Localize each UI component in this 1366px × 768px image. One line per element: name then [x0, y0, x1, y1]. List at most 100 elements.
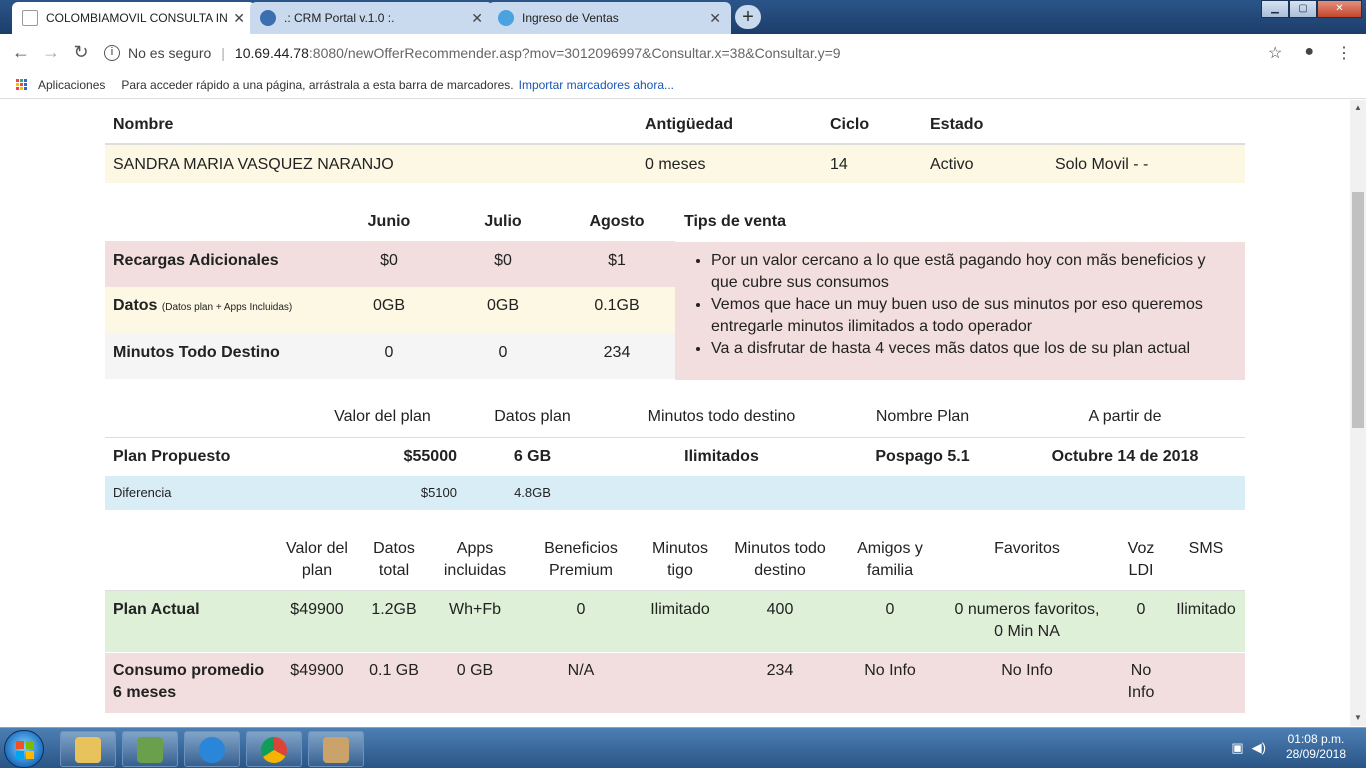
close-tab-icon[interactable]: ✕ [233, 10, 245, 27]
plan-actual-sms: Ilimitado [1176, 601, 1236, 618]
tab-crm-portal[interactable]: .: CRM Portal v.1.0 :. ✕ [250, 2, 493, 34]
consumo-label: Consumo promedio 6 meses [113, 660, 264, 704]
datos-agosto: 0.1GB [594, 297, 640, 314]
url-path: :8080/newOfferRecommender.asp?mov=301209… [308, 44, 841, 61]
reload-icon[interactable]: ↻ [66, 42, 96, 63]
header-datos-plan: Datos plan [494, 408, 571, 425]
header-voz-ldi: Voz LDI [1117, 538, 1165, 582]
consumo-label-line: 6 meses [113, 684, 177, 701]
tips-header: Tips de venta [684, 213, 786, 230]
sales-tip: Por un valor cercano a lo que estã pagan… [711, 250, 1227, 294]
internet-explorer-icon [199, 737, 225, 763]
windows-logo-icon [16, 741, 34, 759]
header-line: tigo [667, 562, 693, 579]
apps-shortcut[interactable]: Aplicaciones [38, 78, 105, 92]
header-line: Minutos todo [734, 540, 826, 557]
plan-actual-voz: 0 [1136, 601, 1146, 618]
client-name: SANDRA MARIA VASQUEZ NARANJO [113, 156, 394, 173]
volume-icon[interactable]: ◀) [1252, 740, 1266, 756]
header-minutos-destino: Minutos todo destino [647, 408, 796, 425]
apps-grid-icon[interactable] [16, 78, 28, 91]
diferencia-row: Diferencia $5100 4.8GB [105, 476, 1245, 510]
new-tab-button[interactable]: + [735, 5, 761, 29]
consumo-minutos-destino: 234 [766, 662, 794, 679]
scroll-thumb[interactable] [1352, 192, 1364, 428]
client-ciclo: 14 [830, 156, 848, 173]
close-tab-icon[interactable]: ✕ [709, 10, 721, 27]
consumo-promedio-row: Consumo promedio 6 meses $49900 0.1 GB 0 … [105, 653, 1245, 713]
header-line: destino [754, 562, 806, 579]
plan-propuesto-fecha: Octubre 14 de 2018 [1051, 448, 1199, 465]
taskbar-explorer[interactable] [60, 731, 116, 767]
profile-icon[interactable]: ● [1304, 43, 1314, 63]
header-line: Amigos y [857, 540, 923, 557]
plan-actual-beneficios: 0 [576, 601, 586, 618]
recargas-julio: $0 [494, 252, 512, 269]
import-bookmarks-link[interactable]: Importar marcadores ahora... [519, 78, 674, 92]
minutos-junio: 0 [384, 344, 394, 361]
header-line: familia [866, 562, 914, 579]
close-window-icon[interactable]: ✕ [1317, 0, 1362, 18]
header-line: Premium [548, 562, 613, 579]
address-bar-row: ← → ↻ i No es seguro | 10.69.44.78:8080/… [0, 34, 1366, 71]
diferencia-label: Diferencia [113, 485, 172, 500]
header-apps-incluidas: Apps incluidas [433, 538, 517, 582]
consumo-amigos: No Info [864, 662, 916, 679]
folder-icon [75, 737, 101, 763]
voz-line: No [1130, 662, 1152, 679]
header-line: Datos [373, 540, 415, 557]
current-header-row: Valor del plan Datos total Apps incluidas B… [105, 535, 1245, 591]
plan-actual-apps: Wh+Fb [448, 601, 501, 618]
minutos-row: Minutos Todo Destino 0 0 234 [105, 333, 675, 379]
maximize-icon[interactable]: ▢ [1289, 0, 1317, 18]
back-arrow-icon[interactable]: ← [6, 42, 36, 63]
header-valor-del-plan: Valor del plan [277, 538, 357, 582]
diferencia-valor: $5100 [420, 485, 457, 500]
windows-taskbar: ▣ ◀) 01:08 p.m. 28/09/2018 [0, 727, 1366, 768]
tab-title: Ingreso de Ventas [522, 11, 619, 25]
client-antiguedad: 0 meses [645, 156, 706, 173]
page-scrollbar[interactable]: ▲ ▼ [1350, 100, 1366, 726]
plan-actual-valor: $49900 [290, 601, 344, 618]
header-line: incluidas [443, 562, 507, 579]
plan-actual-datos: 1.2GB [371, 601, 417, 618]
header-line: Valor del [286, 540, 348, 557]
tab-ingreso-ventas[interactable]: Ingreso de Ventas ✕ [488, 2, 731, 34]
taskbar-spreadsheet[interactable] [122, 731, 178, 767]
month-agosto: Agosto [589, 213, 645, 230]
clock-time: 01:08 p.m. [1287, 732, 1345, 746]
recargas-label: Recargas Adicionales [113, 252, 279, 269]
scroll-up-icon[interactable]: ▲ [1350, 100, 1366, 116]
close-tab-icon[interactable]: ✕ [471, 10, 483, 27]
spreadsheet-icon [137, 737, 163, 763]
security-label: No es seguro [128, 44, 212, 61]
url-field[interactable]: i No es seguro | 10.69.44.78:8080/newOff… [104, 44, 1244, 61]
window-controls: ▁ ▢ ✕ [1261, 0, 1362, 18]
info-icon[interactable]: i [104, 44, 120, 61]
favoritos-line: 0 Min NA [994, 623, 1060, 640]
tab-colombiamovil[interactable]: COLOMBIAMOVIL CONSULTA IN ✕ [12, 2, 255, 34]
taskbar-chrome[interactable] [246, 731, 302, 767]
forward-arrow-icon[interactable]: → [36, 42, 66, 63]
datos-julio: 0GB [486, 297, 519, 314]
start-button[interactable] [4, 730, 44, 768]
plan-actual-label: Plan Actual [113, 601, 200, 618]
taskbar-paint[interactable] [308, 731, 364, 767]
network-icon[interactable]: ▣ [1231, 740, 1243, 756]
scroll-down-icon[interactable]: ▼ [1350, 710, 1366, 726]
minimize-icon[interactable]: ▁ [1261, 0, 1289, 18]
month-junio: Junio [367, 213, 411, 230]
header-ciclo: Ciclo [830, 116, 870, 133]
consumo-apps: 0 GB [456, 662, 494, 679]
menu-dots-icon[interactable]: ⋮ [1336, 43, 1352, 63]
header-line: Beneficios [544, 540, 618, 557]
plan-propuesto-nombre: Pospago 5.1 [875, 448, 970, 465]
datos-note: (Datos plan + Apps Incluidas) [161, 302, 293, 313]
bookmark-star-icon[interactable]: ☆ [1268, 43, 1282, 63]
header-datos-total: Datos total [363, 538, 425, 582]
clock[interactable]: 01:08 p.m. 28/09/2018 [1286, 732, 1346, 762]
header-line: Apps [456, 540, 494, 557]
plan-propuesto-valor: $55000 [403, 448, 457, 465]
taskbar-ie[interactable] [184, 731, 240, 767]
consumo-favoritos: No Info [1001, 662, 1053, 679]
